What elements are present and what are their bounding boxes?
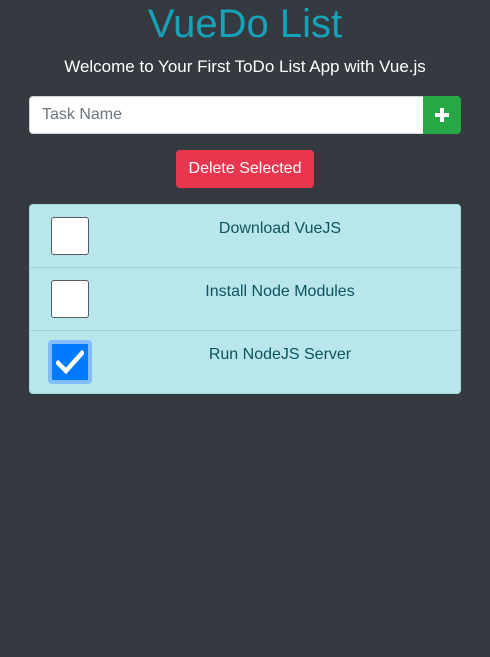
add-task-form (29, 96, 461, 134)
task-item: Run NodeJS Server (30, 331, 460, 393)
plus-icon (435, 108, 449, 122)
task-item: Install Node Modules (30, 268, 460, 331)
page-title: VueDo List (147, 2, 343, 46)
page-subtitle: Welcome to Your First ToDo List App with… (64, 57, 426, 76)
task-item: Download VueJS (30, 205, 460, 268)
task-checkbox[interactable] (51, 217, 89, 255)
delete-selected-button[interactable]: Delete Selected (176, 150, 314, 188)
task-label: Download VueJS (218, 220, 342, 237)
task-label: Install Node Modules (205, 283, 355, 300)
add-task-button[interactable] (423, 96, 461, 134)
checkmark-icon (56, 350, 84, 374)
task-checkbox[interactable] (51, 280, 89, 318)
task-checkbox-checked[interactable] (48, 340, 92, 384)
task-label: Run NodeJS Server (208, 346, 352, 363)
todo-app: VueDo List Welcome to Your First ToDo Li… (0, 0, 490, 657)
task-name-input[interactable] (29, 96, 423, 134)
task-list: Download VueJS Install Node Modules Run … (29, 204, 461, 394)
